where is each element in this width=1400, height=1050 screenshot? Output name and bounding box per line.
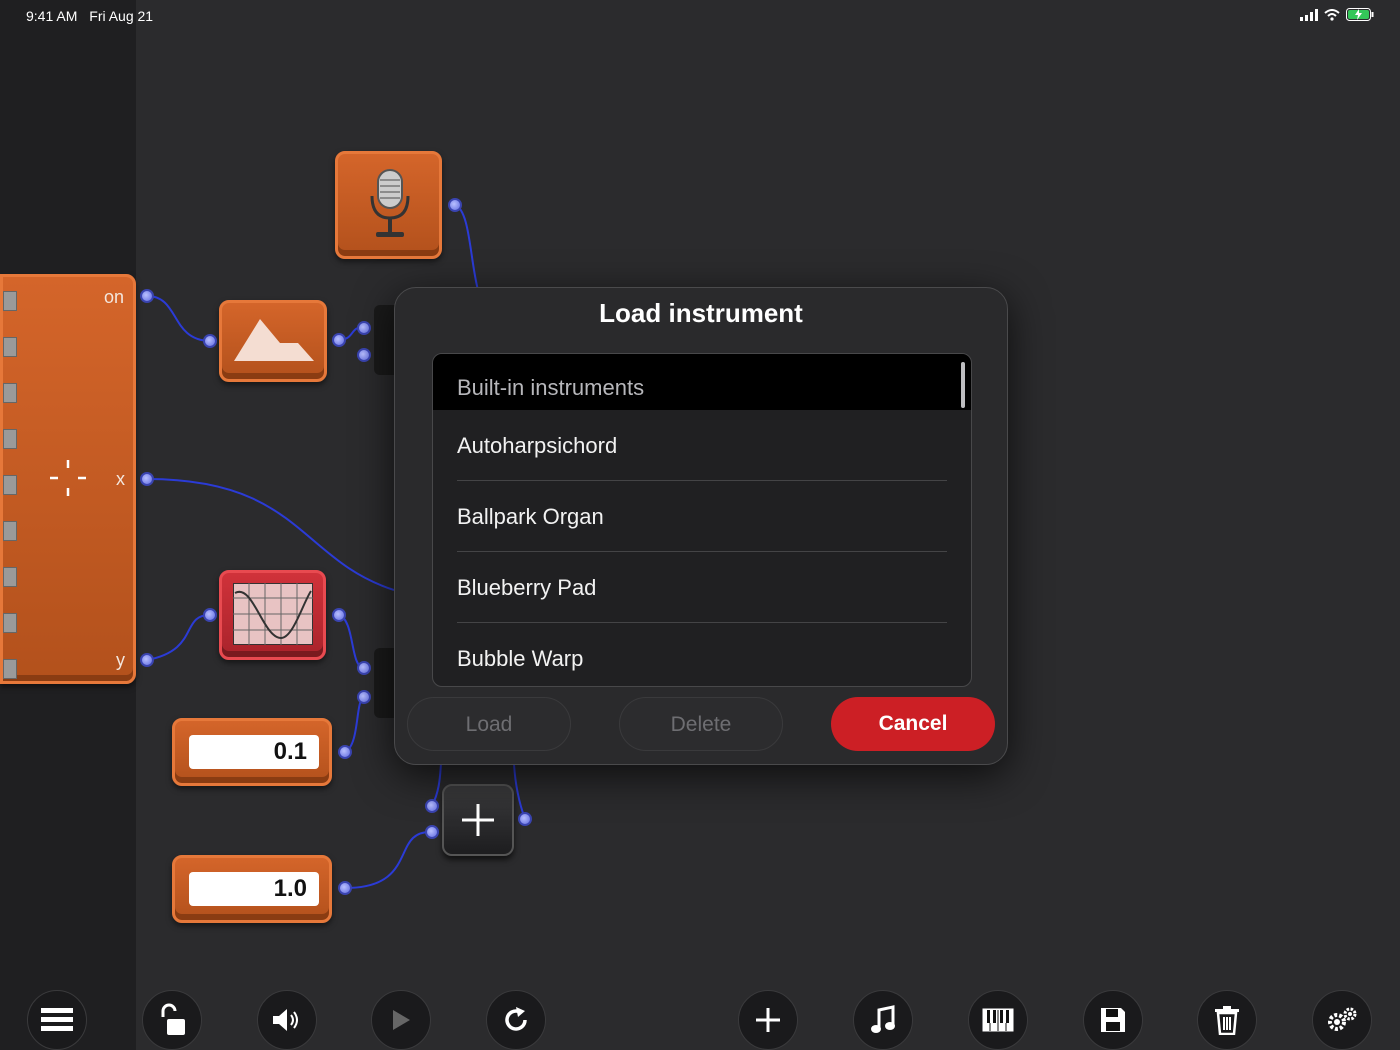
instrument-list[interactable]: Built-in instruments Autoharpsichord Bal… bbox=[432, 353, 972, 687]
volume-button[interactable] bbox=[257, 990, 317, 1050]
unlock-icon bbox=[161, 1003, 185, 1035]
menu-icon bbox=[41, 1008, 73, 1031]
input-port[interactable] bbox=[425, 825, 439, 839]
keyboard-icon bbox=[982, 1008, 1014, 1032]
list-section-header: Built-in instruments bbox=[433, 354, 971, 410]
number-value[interactable]: 0.1 bbox=[189, 735, 319, 769]
list-item[interactable]: Blueberry Pad bbox=[457, 552, 947, 623]
input-port[interactable] bbox=[357, 321, 371, 335]
load-instrument-dialog: Load instrument Built-in instruments Aut… bbox=[394, 287, 1008, 765]
trash-icon bbox=[1215, 1006, 1239, 1035]
port-label-y: y bbox=[116, 650, 125, 670]
plus-icon bbox=[462, 804, 494, 836]
input-port[interactable] bbox=[357, 661, 371, 675]
output-port[interactable] bbox=[140, 472, 154, 486]
refresh-icon bbox=[505, 1007, 527, 1031]
menu-button[interactable] bbox=[27, 990, 87, 1050]
settings-icon bbox=[1328, 1007, 1357, 1031]
pad-tab bbox=[3, 659, 17, 679]
output-port[interactable] bbox=[332, 608, 346, 622]
list-item[interactable]: Autoharpsichord bbox=[457, 410, 947, 481]
load-button[interactable]: Load bbox=[407, 697, 571, 751]
output-port[interactable] bbox=[338, 745, 352, 759]
microphone-module[interactable] bbox=[335, 151, 442, 259]
pad-tab bbox=[3, 291, 17, 311]
number-box-module[interactable]: 1.0 bbox=[172, 855, 332, 923]
oscillator-module[interactable] bbox=[219, 570, 326, 660]
pad-tab bbox=[3, 337, 17, 357]
pad-tab bbox=[3, 383, 17, 403]
oscilloscope-icon bbox=[233, 583, 313, 645]
list-item[interactable]: Bubble Warp bbox=[457, 623, 947, 686]
pad-tab bbox=[3, 521, 17, 541]
speaker-icon bbox=[273, 1009, 298, 1031]
input-port[interactable] bbox=[357, 348, 371, 362]
output-port[interactable] bbox=[140, 653, 154, 667]
save-icon bbox=[1101, 1008, 1125, 1032]
hidden-module-stub bbox=[374, 648, 396, 718]
crosshair-icon bbox=[50, 460, 86, 496]
number-value[interactable]: 1.0 bbox=[189, 872, 319, 906]
output-port[interactable] bbox=[518, 812, 532, 826]
output-port[interactable] bbox=[140, 289, 154, 303]
number-box-module[interactable]: 0.1 bbox=[172, 718, 332, 786]
pad-tab bbox=[3, 613, 17, 633]
input-port[interactable] bbox=[357, 690, 371, 704]
list-item[interactable]: Ballpark Organ bbox=[457, 481, 947, 552]
pad-tab bbox=[3, 429, 17, 449]
pad-tab bbox=[3, 567, 17, 587]
output-port[interactable] bbox=[338, 881, 352, 895]
add-module-button[interactable] bbox=[738, 990, 798, 1050]
play-icon bbox=[393, 1010, 410, 1030]
envelope-module[interactable] bbox=[219, 300, 327, 382]
music-note-icon bbox=[871, 1005, 895, 1033]
output-port[interactable] bbox=[448, 198, 462, 212]
input-port[interactable] bbox=[203, 334, 217, 348]
pad-tab bbox=[3, 475, 17, 495]
delete-button[interactable]: Delete bbox=[619, 697, 783, 751]
save-button[interactable] bbox=[1083, 990, 1143, 1050]
delete-module-button[interactable] bbox=[1197, 990, 1257, 1050]
envelope-icon bbox=[234, 319, 314, 361]
input-port[interactable] bbox=[425, 799, 439, 813]
lock-button[interactable] bbox=[142, 990, 202, 1050]
keyboard-button[interactable] bbox=[968, 990, 1028, 1050]
music-button[interactable] bbox=[853, 990, 913, 1050]
hidden-module-stub bbox=[374, 305, 396, 375]
scroll-indicator[interactable] bbox=[961, 362, 965, 408]
add-icon bbox=[756, 1008, 780, 1032]
xy-pad-tabs bbox=[3, 291, 17, 705]
play-button[interactable] bbox=[371, 990, 431, 1050]
port-label-x: x bbox=[116, 469, 125, 489]
input-port[interactable] bbox=[203, 608, 217, 622]
adder-module[interactable] bbox=[442, 784, 514, 856]
refresh-button[interactable] bbox=[486, 990, 546, 1050]
dialog-title: Load instrument bbox=[599, 298, 803, 328]
port-label-on: on bbox=[104, 287, 125, 307]
output-port[interactable] bbox=[332, 333, 346, 347]
cancel-button[interactable]: Cancel bbox=[831, 697, 995, 751]
settings-button[interactable] bbox=[1312, 990, 1372, 1050]
microphone-icon bbox=[370, 169, 410, 237]
